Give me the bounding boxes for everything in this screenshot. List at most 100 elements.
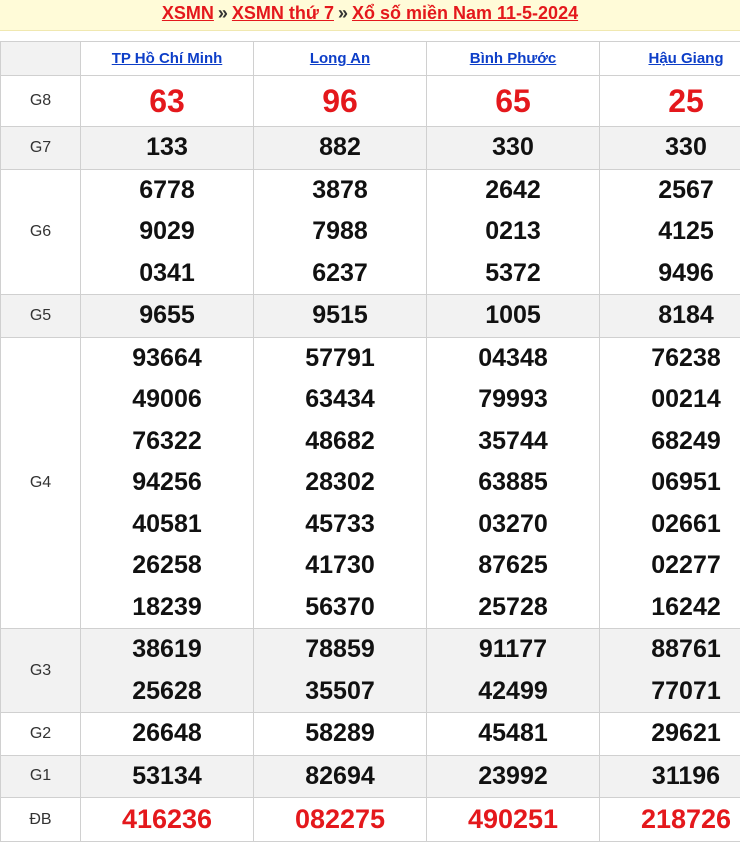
prize-number: 53134 [81,756,253,798]
prize-row-g2: G226648582894548129621 [1,713,740,756]
prize-number: 6778 [81,170,253,212]
prize-number: 03270 [427,504,599,546]
prize-number: 91177 [427,629,599,671]
breadcrumb-link-result-date[interactable]: Xổ số miền Nam 11-5-2024 [352,3,578,23]
prize-cell: 45481 [427,713,600,756]
prize-number: 78859 [254,629,426,671]
prize-number: 57791 [254,338,426,380]
prize-number: 06951 [600,462,740,504]
prize-cell: 3861925628 [81,629,254,713]
prize-number: 88761 [600,629,740,671]
prize-cell: 416236 [81,798,254,842]
prize-cell: 04348799933574463885032708762525728 [427,337,600,629]
prize-number: 9496 [600,253,740,295]
prize-number: 18239 [81,587,253,629]
province-link-hau-giang[interactable]: Hậu Giang [648,50,723,67]
prize-number: 2642 [427,170,599,212]
prize-cell: 31196 [600,755,740,798]
prize-row-g5: G59655951510058184 [1,295,740,338]
prize-cell: 93664490067632294256405812625818239 [81,337,254,629]
prize-number: 1005 [427,295,599,337]
prize-number: 330 [600,127,740,169]
prize-label: G4 [1,337,81,629]
breadcrumb-link-xsmn-thu-7[interactable]: XSMN thứ 7 [232,3,334,23]
prize-number: 77071 [600,671,740,713]
prize-cell: 53134 [81,755,254,798]
prize-number: 2567 [600,170,740,212]
prize-number: 68249 [600,421,740,463]
prize-number: 8184 [600,295,740,337]
prize-number: 26648 [81,713,253,755]
prize-number: 87625 [427,545,599,587]
prize-number: 45481 [427,713,599,755]
prize-cell: 9515 [254,295,427,338]
prize-number: 416236 [81,798,253,841]
prize-number: 25728 [427,587,599,629]
prize-number: 9029 [81,211,253,253]
prize-number: 330 [427,127,599,169]
province-header: Bình Phước [427,42,600,76]
province-header-row: TP Hồ Chí Minh Long An Bình Phước Hậu Gi… [1,42,740,76]
prize-cell: 7885935507 [254,629,427,713]
prize-number: 31196 [600,756,740,798]
prize-number: 40581 [81,504,253,546]
prize-cell: 490251 [427,798,600,842]
province-header: Long An [254,42,427,76]
prize-label: G5 [1,295,81,338]
prize-cell: 9117742499 [427,629,600,713]
prize-cell: 96 [254,76,427,127]
prize-number: 6237 [254,253,426,295]
province-header: TP Hồ Chí Minh [81,42,254,76]
province-link-long-an[interactable]: Long An [310,50,370,67]
prize-label: G2 [1,713,81,756]
prize-cell: 58289 [254,713,427,756]
prize-number: 082275 [254,798,426,841]
prize-row-g8: G863966525 [1,76,740,127]
prize-cell: 63 [81,76,254,127]
prize-cell: 65 [427,76,600,127]
province-link-binh-phuoc[interactable]: Bình Phước [470,50,557,67]
breadcrumb-link-xsmn[interactable]: XSMN [162,3,214,23]
prize-number: 490251 [427,798,599,841]
prize-number: 9515 [254,295,426,337]
prize-number: 28302 [254,462,426,504]
prize-number: 45733 [254,504,426,546]
prize-cell: 26648 [81,713,254,756]
prize-cell: 387879886237 [254,169,427,295]
prize-number: 48682 [254,421,426,463]
prize-number: 65 [427,76,599,126]
prize-cell: 330 [600,127,740,170]
prize-cell: 8876177071 [600,629,740,713]
prize-number: 23992 [427,756,599,798]
prize-cell: 25 [600,76,740,127]
prize-label: G8 [1,76,81,127]
prize-cell: 082275 [254,798,427,842]
prize-number: 63885 [427,462,599,504]
prize-number: 0213 [427,211,599,253]
prize-cell: 264202135372 [427,169,600,295]
prize-row-g4: G493664490067632294256405812625818239577… [1,337,740,629]
prize-label: G6 [1,169,81,295]
prize-number: 58289 [254,713,426,755]
prize-row-g1: G153134826942399231196 [1,755,740,798]
prize-number: 5372 [427,253,599,295]
prize-number: 96 [254,76,426,126]
breadcrumb-separator: » [214,3,232,23]
prize-number: 82694 [254,756,426,798]
prize-label: G3 [1,629,81,713]
prize-cell: 29621 [600,713,740,756]
prize-cell: 23992 [427,755,600,798]
prize-number: 02277 [600,545,740,587]
province-link-tp-ho-chi-minh[interactable]: TP Hồ Chí Minh [112,50,223,67]
prize-number: 3878 [254,170,426,212]
prize-cell: 218726 [600,798,740,842]
prize-cell: 82694 [254,755,427,798]
prize-number: 04348 [427,338,599,380]
prize-number: 94256 [81,462,253,504]
province-header: Hậu Giang [600,42,740,76]
prize-number: 35507 [254,671,426,713]
breadcrumb: XSMN»XSMN thứ 7»Xổ số miền Nam 11-5-2024 [0,0,740,31]
prize-number: 63 [81,76,253,126]
prize-label: ĐB [1,798,81,842]
prize-number: 882 [254,127,426,169]
